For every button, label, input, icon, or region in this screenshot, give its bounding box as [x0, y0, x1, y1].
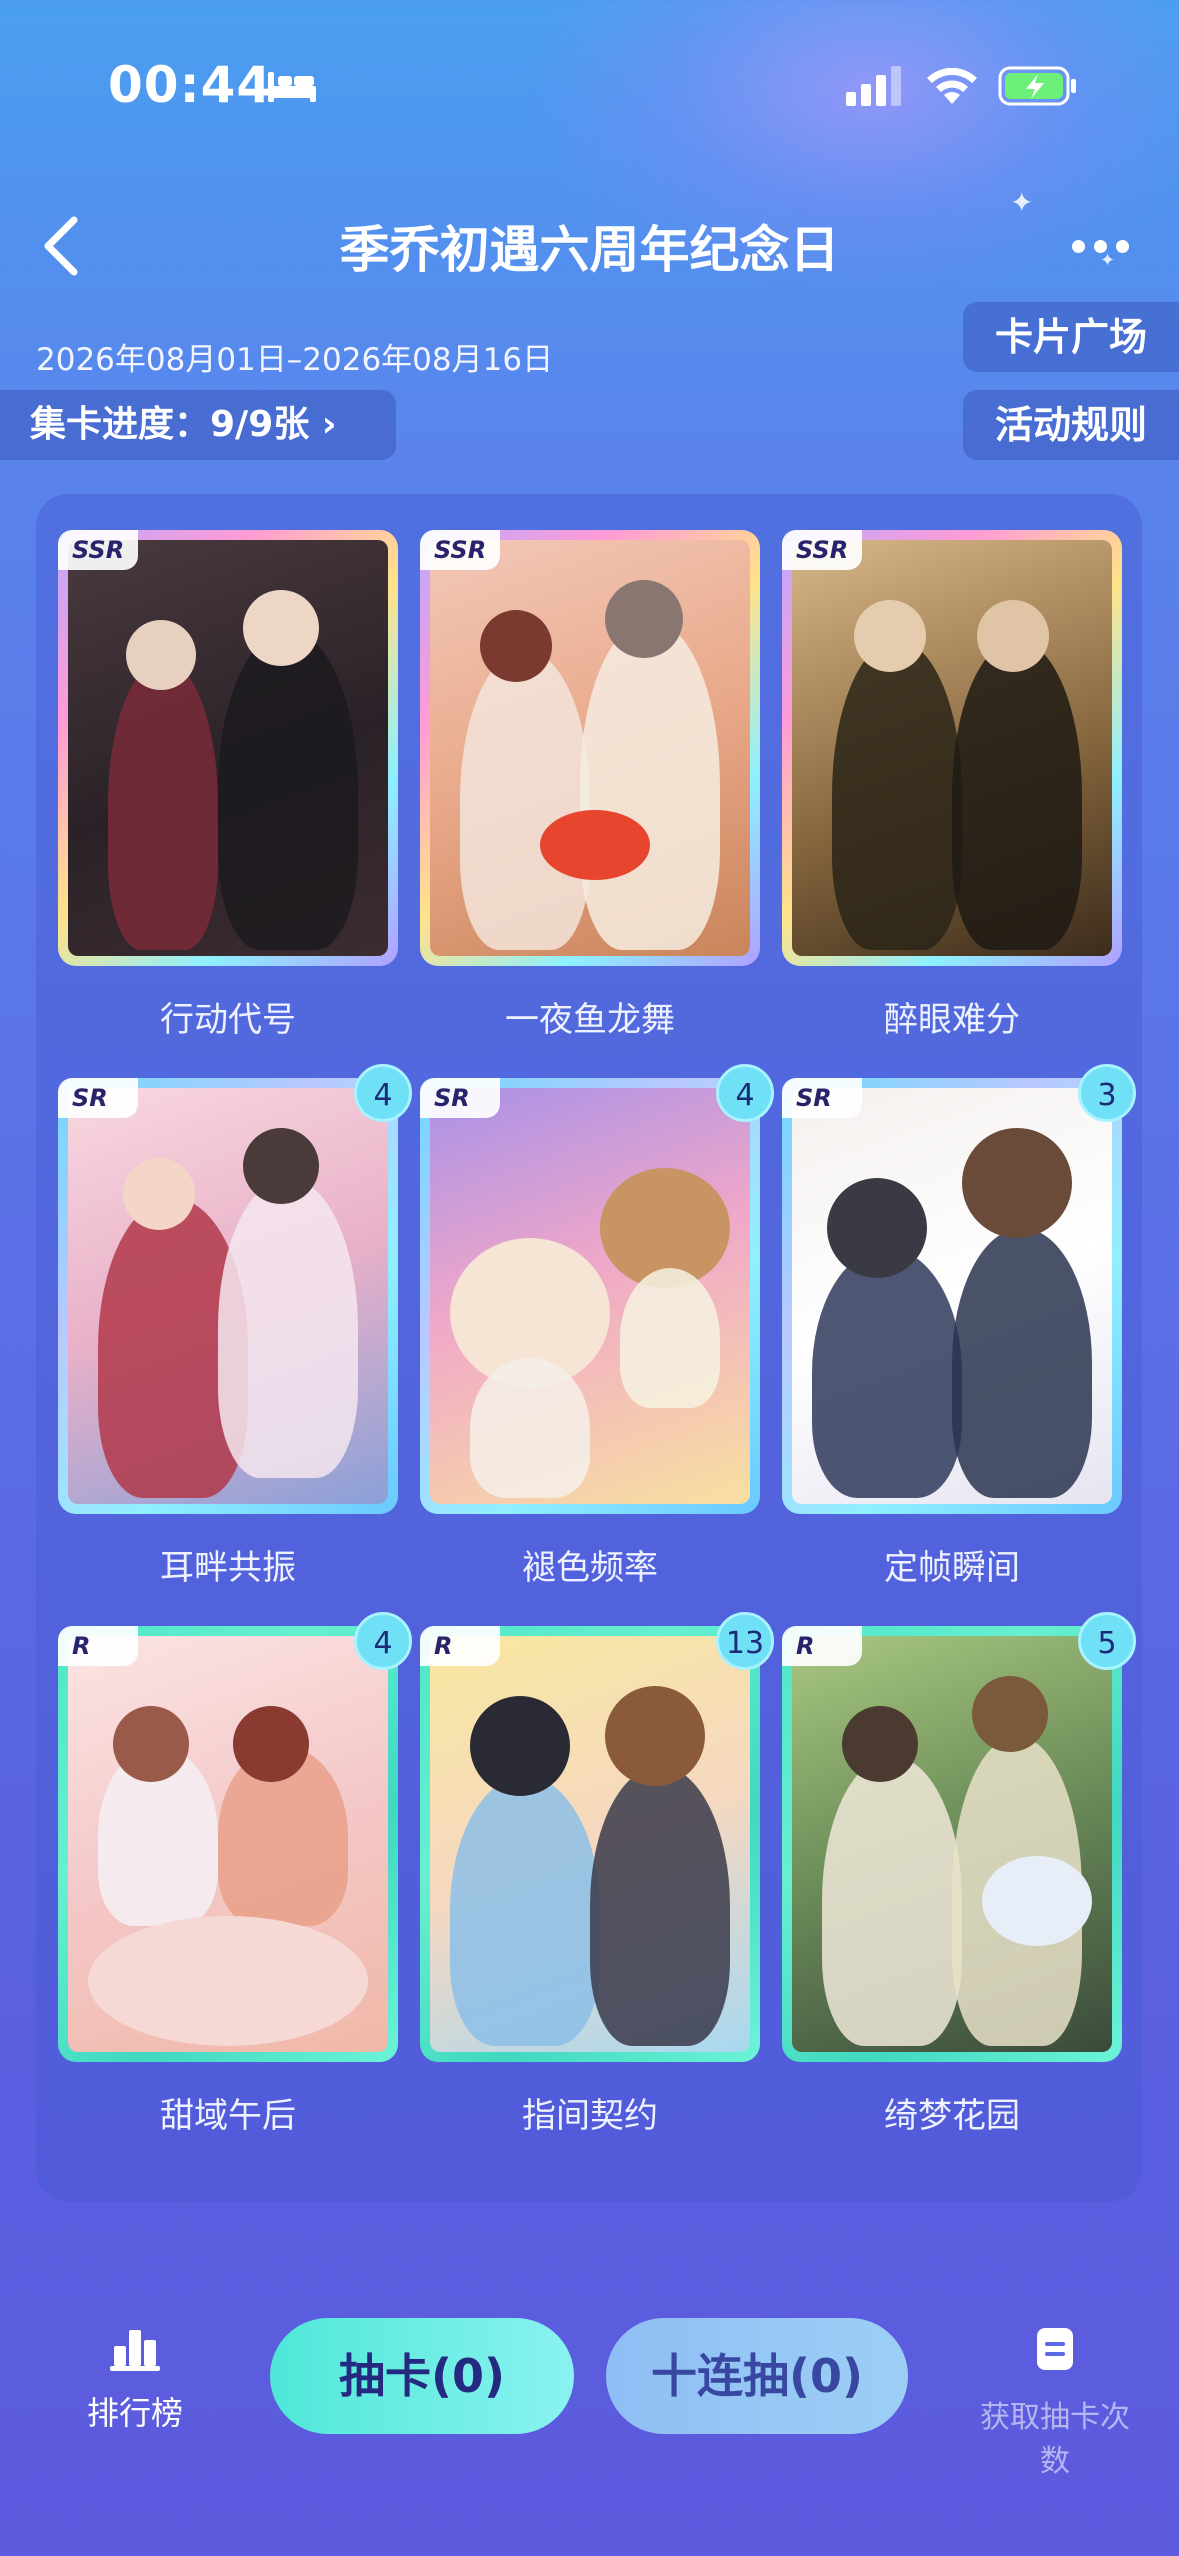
rarity-badge: SSR: [58, 530, 139, 570]
card-figure-head: [470, 1696, 570, 1796]
card-figure: [832, 640, 962, 950]
card-figure-head: [605, 1686, 705, 1786]
card-art: [68, 1636, 388, 2052]
card-koi-fish: [540, 810, 650, 880]
get-draws-label: 获取抽卡次数: [980, 2400, 1130, 2479]
card-figure: [580, 620, 720, 950]
card-item[interactable]: SR 4: [58, 1064, 412, 1514]
card-item[interactable]: R 5: [782, 1612, 1136, 2062]
card-item[interactable]: SSR: [420, 530, 760, 966]
card-figure: [952, 1228, 1092, 1498]
card-figure: [812, 1248, 962, 1498]
card-art: [430, 1636, 750, 2052]
draw-card-button[interactable]: 抽卡(0): [270, 2318, 574, 2434]
wifi-icon: [927, 67, 977, 104]
leaderboard-label: 排行榜: [86, 2394, 183, 2432]
rarity-badge: R: [782, 1626, 862, 1666]
page-title: 季乔初遇六周年纪念日: [339, 221, 840, 279]
card-art: [68, 1088, 388, 1504]
card-name: 甜域午后: [160, 2096, 296, 2136]
card-figure: [450, 1776, 600, 2046]
card-count-badge: 4: [716, 1064, 774, 1122]
card-figure: [470, 1358, 590, 1498]
card-name: 醉眼难分: [884, 1000, 1020, 1040]
card-name: 行动代号: [160, 1000, 296, 1040]
card-item[interactable]: SR 4: [420, 1064, 774, 1514]
card-art: [68, 540, 388, 956]
card-figure-head: [113, 1706, 189, 1782]
document-icon: [1037, 2328, 1073, 2370]
battery-charging-icon: [998, 66, 1076, 106]
card-figure: [952, 640, 1082, 950]
card-figure: [822, 1756, 962, 2046]
rarity-badge: R: [420, 1626, 500, 1666]
rarity-badge: SSR: [420, 530, 501, 570]
card-figure-head: [827, 1178, 927, 1278]
card-item[interactable]: SSR: [782, 530, 1122, 966]
card-figure-head: [243, 590, 319, 666]
card-figure-head: [233, 1706, 309, 1782]
card-figure: [620, 1268, 720, 1408]
card-figure-head: [243, 1128, 319, 1204]
collection-progress-button[interactable]: 集卡进度：9/9张 ›: [0, 390, 396, 460]
card-figure-head: [962, 1128, 1072, 1238]
card-figure: [108, 660, 218, 950]
card-figure-head: [123, 1158, 195, 1230]
card-item[interactable]: SSR: [58, 530, 398, 966]
card-plaza-button[interactable]: 卡片广场: [963, 302, 1179, 372]
sleep-bed-icon: [268, 72, 316, 102]
card-name: 绮梦花园: [884, 2096, 1020, 2136]
card-art: [792, 540, 1112, 956]
card-figure: [218, 630, 358, 950]
ten-draw-button[interactable]: 十连抽(0): [606, 2318, 908, 2434]
card-art: [792, 1088, 1112, 1504]
card-figure: [590, 1766, 730, 2046]
card-figure-head: [480, 610, 552, 682]
event-rules-button[interactable]: 活动规则: [963, 390, 1179, 460]
card-figure: [218, 1178, 358, 1478]
rarity-badge: R: [58, 1626, 138, 1666]
card-item[interactable]: SR 3: [782, 1064, 1136, 1514]
status-time: 00:44: [108, 56, 273, 114]
card-item[interactable]: R 4: [58, 1612, 412, 2062]
more-options-button[interactable]: [1060, 220, 1140, 270]
card-count-badge: 5: [1078, 1612, 1136, 1670]
get-draws-button[interactable]: 获取抽卡次数: [980, 2326, 1130, 2479]
card-figure-head: [842, 1706, 918, 1782]
card-figure-head: [854, 600, 926, 672]
card-figure-head: [605, 580, 683, 658]
card-figure-head: [972, 1676, 1048, 1752]
card-count-badge: 4: [354, 1612, 412, 1670]
card-figure-head: [977, 600, 1049, 672]
rarity-badge: SR: [782, 1078, 862, 1118]
card-art: [430, 540, 750, 956]
event-date-range: 2026年08月01日–2026年08月16日: [36, 342, 554, 378]
card-name: 指间契约: [522, 2096, 658, 2136]
card-art: [430, 1088, 750, 1504]
leaderboard-button[interactable]: 排行榜: [70, 2326, 200, 2456]
more-dot: [1116, 240, 1129, 253]
card-flower-bouquet: [982, 1856, 1092, 1946]
more-dot: [1072, 240, 1085, 253]
card-count-badge: 4: [354, 1064, 412, 1122]
card-count-badge: 13: [716, 1612, 774, 1670]
leaderboard-icon: [110, 2330, 160, 2371]
card-count-badge: 3: [1078, 1064, 1136, 1122]
card-name: 定帧瞬间: [884, 1548, 1020, 1588]
card-table: [88, 1916, 368, 2046]
status-bar: 00:44: [0, 0, 1179, 170]
card-name: 褪色频率: [522, 1548, 658, 1588]
card-figure: [460, 650, 590, 950]
card-name: 一夜鱼龙舞: [505, 1000, 675, 1040]
card-art: [792, 1636, 1112, 2052]
card-item[interactable]: R 13: [420, 1612, 774, 2062]
cellular-signal-icon: [846, 66, 901, 106]
more-dot: [1094, 240, 1107, 253]
rarity-badge: SR: [420, 1078, 500, 1118]
rarity-badge: SSR: [782, 530, 863, 570]
card-collection-panel: SSR 行动代号 SSR 一夜鱼龙舞 SSR 醉眼难分 SR 4 耳畔共振 SR…: [36, 494, 1142, 2202]
card-figure-head: [126, 620, 196, 690]
rarity-badge: SR: [58, 1078, 138, 1118]
card-name: 耳畔共振: [160, 1548, 296, 1588]
